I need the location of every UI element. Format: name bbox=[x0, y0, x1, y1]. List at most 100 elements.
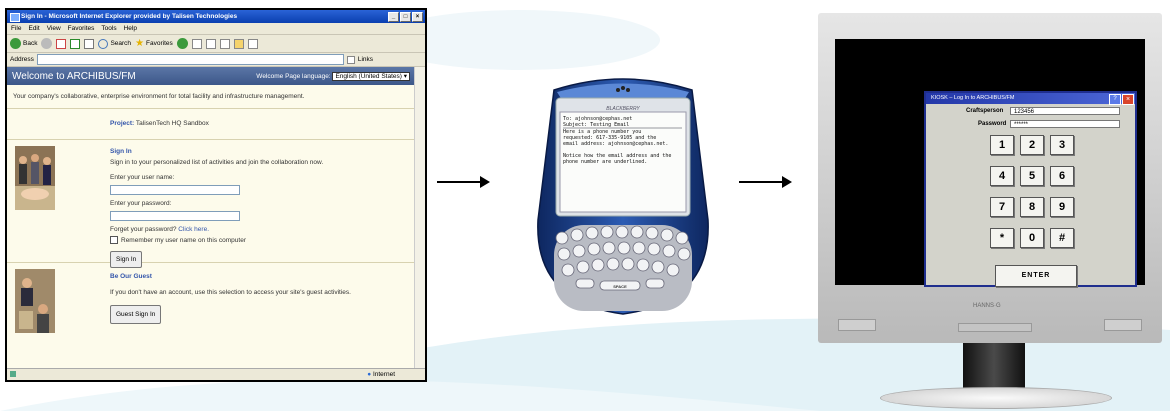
key-3[interactable]: 3 bbox=[1050, 135, 1074, 155]
mail-icon[interactable] bbox=[191, 38, 202, 49]
menu-bar: File Edit View Favorites Tools Help bbox=[7, 23, 425, 35]
key-1[interactable]: 1 bbox=[990, 135, 1014, 155]
key-7[interactable]: 7 bbox=[990, 197, 1014, 217]
key-4[interactable]: 4 bbox=[990, 166, 1014, 186]
help-button[interactable]: ? bbox=[1109, 94, 1121, 105]
close-button[interactable]: × bbox=[412, 12, 423, 22]
guest-signin-button[interactable]: Guest Sign In bbox=[110, 305, 162, 324]
monitor-stand bbox=[963, 343, 1025, 391]
space-key[interactable]: SPACE bbox=[613, 284, 627, 289]
ie-app-icon bbox=[10, 13, 20, 22]
key-2[interactable]: 2 bbox=[1020, 135, 1044, 155]
guest-heading: Be Our Guest bbox=[110, 273, 152, 280]
speaker-grille bbox=[1104, 319, 1142, 331]
project-label: Project: bbox=[110, 120, 135, 127]
title-bar: Sign In - Microsoft Internet Explorer pr… bbox=[7, 10, 425, 23]
history-icon[interactable] bbox=[176, 38, 188, 49]
forgot-password-label: Forget your password? bbox=[110, 226, 177, 233]
kiosk-title: KIOSK – Log In to ARCHIBUS/FM bbox=[931, 95, 1015, 101]
guest-description: If you don't have an account, use this s… bbox=[110, 289, 351, 296]
enter-button[interactable]: ENTER bbox=[995, 265, 1077, 287]
key-8[interactable]: 8 bbox=[1020, 197, 1044, 217]
key-0[interactable]: 0 bbox=[1020, 228, 1044, 248]
email-line: phone number are underlined. bbox=[563, 159, 647, 165]
email-line: email address: ajohnson@cephas.net. bbox=[563, 141, 668, 147]
stop-icon[interactable] bbox=[56, 38, 67, 49]
vertical-scrollbar[interactable] bbox=[414, 67, 425, 369]
team-photo bbox=[15, 146, 55, 210]
print-icon[interactable] bbox=[205, 38, 216, 49]
key-9[interactable]: 9 bbox=[1050, 197, 1074, 217]
menu-tools[interactable]: Tools bbox=[101, 23, 116, 34]
craftsperson-label: Craftsperson bbox=[966, 108, 1004, 114]
address-label: Address bbox=[10, 56, 34, 63]
star-icon: ★ bbox=[135, 38, 145, 49]
menu-favorites[interactable]: Favorites bbox=[68, 23, 95, 34]
zone-label: ● Internet bbox=[367, 371, 395, 378]
language-select[interactable]: English (United States) ▾ bbox=[332, 71, 410, 81]
arrow-right-icon bbox=[739, 176, 792, 188]
globe-icon: ● bbox=[367, 371, 372, 378]
speaker-grille bbox=[838, 319, 876, 331]
password-label: Enter your password: bbox=[110, 200, 172, 207]
username-input[interactable] bbox=[110, 185, 240, 195]
refresh-icon[interactable] bbox=[70, 38, 81, 49]
kiosk-login-dialog: KIOSK – Log In to ARCHIBUS/FM ? × Crafts… bbox=[924, 91, 1137, 287]
blackberry-device: BLACKBERRY To: ajohnson@cephas.net Subje… bbox=[537, 78, 709, 315]
toolbar: Back Search ★ Favorites bbox=[7, 35, 425, 53]
home-icon[interactable] bbox=[84, 38, 95, 49]
tagline: Your company's collaborative, enterprise… bbox=[7, 85, 415, 109]
password-input[interactable] bbox=[110, 211, 240, 221]
monitor-brand: HANNS·G bbox=[973, 303, 1001, 309]
search-button[interactable]: Search bbox=[98, 38, 131, 49]
signin-heading: Sign In bbox=[110, 148, 132, 155]
menu-view[interactable]: View bbox=[47, 23, 61, 34]
guest-section: Be Our Guest If you don't have an accoun… bbox=[7, 263, 415, 341]
guest-photo bbox=[15, 269, 55, 333]
status-bar: ● Internet bbox=[7, 368, 425, 380]
messenger-icon[interactable] bbox=[247, 38, 258, 49]
folder-icon[interactable] bbox=[233, 38, 244, 49]
back-button[interactable]: Back bbox=[10, 38, 37, 49]
craftsperson-input[interactable]: 123456 bbox=[1010, 107, 1120, 115]
menu-edit[interactable]: Edit bbox=[28, 23, 39, 34]
minimize-button[interactable]: _ bbox=[388, 12, 399, 22]
monitor-base bbox=[880, 387, 1112, 409]
language-label: Welcome Page language: bbox=[256, 72, 331, 80]
key-6[interactable]: 6 bbox=[1050, 166, 1074, 186]
control-buttons[interactable] bbox=[958, 323, 1032, 332]
address-input[interactable] bbox=[36, 54, 344, 65]
edit-icon[interactable] bbox=[219, 38, 230, 49]
forgot-password-link[interactable]: Click here. bbox=[178, 226, 209, 233]
remember-label: Remember my user name on this computer bbox=[121, 237, 246, 244]
address-dropdown-icon[interactable] bbox=[346, 55, 355, 64]
monitor: KIOSK – Log In to ARCHIBUS/FM ? × Crafts… bbox=[818, 13, 1162, 343]
menu-file[interactable]: File bbox=[11, 23, 21, 34]
username-label: Enter your user name: bbox=[110, 174, 175, 181]
email-line: Subject: Testing Email bbox=[563, 122, 629, 128]
signin-description: Sign in to your personalized list of act… bbox=[110, 159, 324, 166]
window-title: Sign In - Microsoft Internet Explorer pr… bbox=[21, 13, 238, 20]
kiosk-title-bar: KIOSK – Log In to ARCHIBUS/FM ? × bbox=[926, 93, 1135, 105]
password-label: Password bbox=[978, 121, 1007, 127]
key-star[interactable]: * bbox=[990, 228, 1014, 248]
back-arrow-icon bbox=[10, 38, 21, 49]
links-button[interactable]: Links bbox=[358, 56, 373, 63]
key-hash[interactable]: # bbox=[1050, 228, 1074, 248]
page-title: Welcome to ARCHIBUS/FM bbox=[12, 70, 136, 82]
browser-window: Sign In - Microsoft Internet Explorer pr… bbox=[5, 8, 427, 382]
device-brand: BLACKBERRY bbox=[606, 106, 640, 112]
address-bar: Address Links bbox=[7, 53, 425, 67]
maximize-button[interactable]: □ bbox=[400, 12, 411, 22]
arrow-right-icon bbox=[437, 176, 490, 188]
forward-icon[interactable] bbox=[41, 38, 53, 49]
menu-help[interactable]: Help bbox=[124, 23, 137, 34]
kiosk-close-button[interactable]: × bbox=[1122, 94, 1134, 105]
signin-section: Sign In Sign in to your personalized lis… bbox=[7, 140, 415, 268]
key-5[interactable]: 5 bbox=[1020, 166, 1044, 186]
project-value: TalisenTech HQ Sandbox bbox=[135, 120, 209, 127]
welcome-header: Welcome to ARCHIBUS/FM Welcome Page lang… bbox=[7, 67, 415, 85]
kiosk-password-input[interactable]: ****** bbox=[1010, 120, 1120, 128]
remember-checkbox[interactable] bbox=[110, 236, 118, 245]
favorites-button[interactable]: ★ Favorites bbox=[135, 38, 173, 49]
